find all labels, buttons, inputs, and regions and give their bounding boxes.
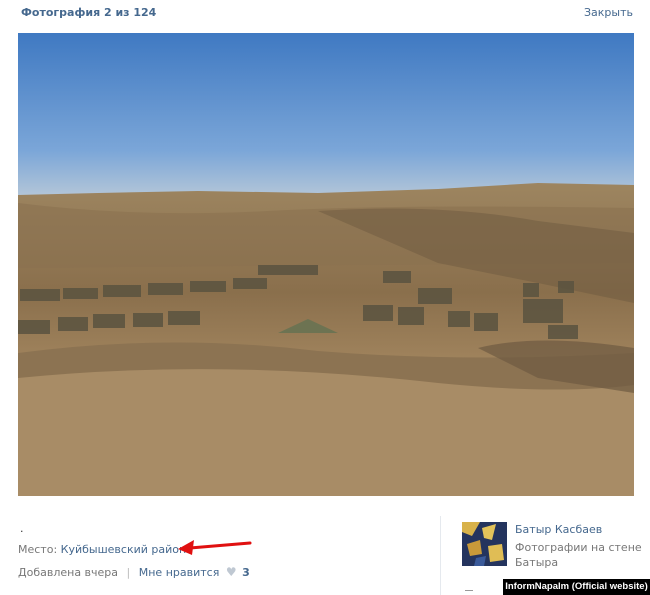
watermark-label: InformNapalm (Official website) [503, 579, 650, 595]
separator: | [126, 566, 131, 579]
like-button[interactable]: Мне нравится [139, 566, 220, 579]
added-date: Добавлена вчера [18, 566, 119, 579]
author-name-link[interactable]: Батыр Касбаев [515, 523, 602, 536]
photo-viewer-header: Фотография 2 из 124 Закрыть [0, 0, 650, 26]
red-arrow-annotation [178, 540, 252, 555]
close-button[interactable]: Закрыть [584, 6, 633, 19]
place-line: Место: Куйбышевский район [18, 543, 186, 556]
landscape-photo-image [18, 33, 634, 496]
heart-icon[interactable]: ♥ [226, 565, 237, 579]
avatar-image [462, 522, 507, 566]
photo-description: . [20, 522, 24, 535]
place-link[interactable]: Куйбышевский район [61, 543, 187, 556]
main-photo[interactable] [18, 33, 634, 496]
photo-counter-title: Фотография 2 из 124 [21, 6, 157, 19]
photo-meta-line: Добавлена вчера | Мне нравится ♥ 3 [18, 565, 250, 579]
place-prefix: Место: [18, 543, 58, 556]
like-count: 3 [242, 566, 250, 579]
vertical-divider [440, 516, 441, 595]
bottom-dash [465, 590, 473, 591]
author-avatar[interactable] [462, 522, 507, 566]
album-link[interactable]: Фотографии на стене Батыра [515, 540, 645, 570]
